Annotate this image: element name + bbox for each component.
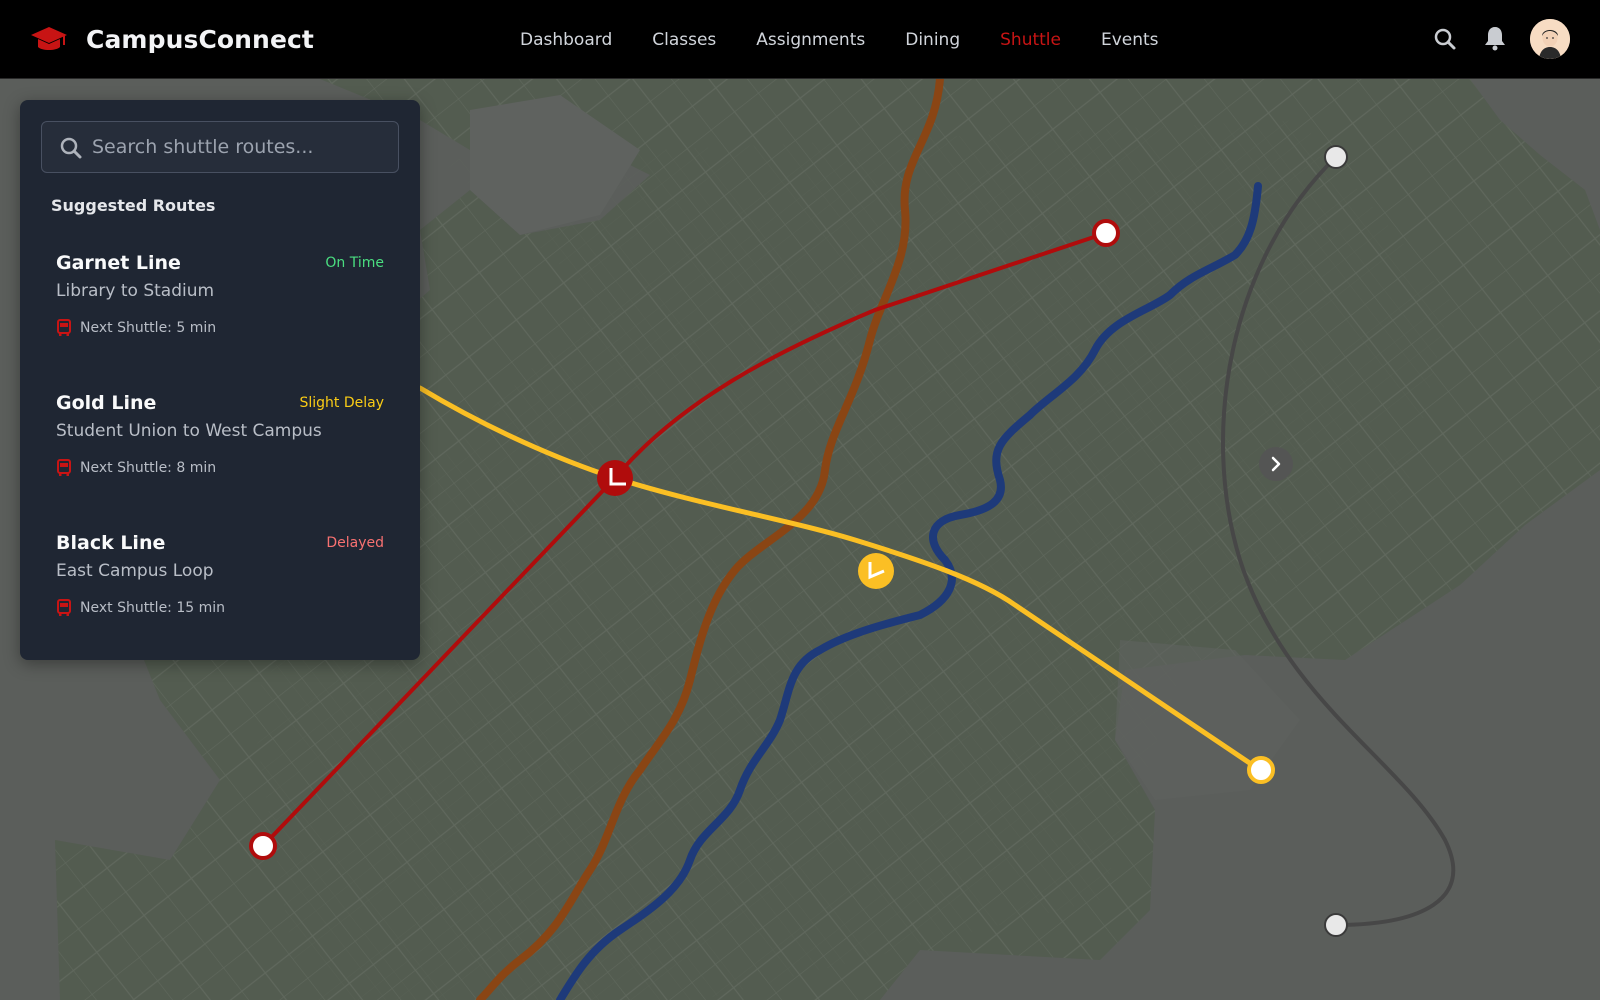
search-icon	[1434, 28, 1456, 50]
next-shuttle-info: Next Shuttle: 8 min	[56, 459, 216, 477]
notifications-button[interactable]	[1480, 23, 1510, 53]
route-description: East Campus Loop	[56, 561, 214, 581]
next-shuttle-text: Next Shuttle: 15 min	[80, 600, 226, 616]
nav-item-events[interactable]: Events	[1101, 30, 1159, 50]
route-card-garnet[interactable]: Garnet Line On Time Library to Stadium N…	[20, 252, 420, 372]
next-shuttle-text: Next Shuttle: 8 min	[80, 460, 217, 476]
route-name: Gold Line	[56, 392, 157, 414]
graduation-cap-icon	[31, 26, 67, 50]
brand[interactable]: CampusConnect	[30, 0, 314, 79]
section-title: Suggested Routes	[51, 196, 216, 215]
stop-black-line-north[interactable]	[1324, 145, 1348, 169]
stop-garnet-line-south[interactable]	[249, 832, 277, 860]
top-navigation-bar: CampusConnect Dashboard Classes Assignme…	[0, 0, 1600, 79]
main-nav: Dashboard Classes Assignments Dining Shu…	[520, 0, 1199, 79]
stop-gold-line-east[interactable]	[1247, 756, 1275, 784]
next-shuttle-info: Next Shuttle: 15 min	[56, 599, 225, 617]
bus-icon	[57, 459, 71, 476]
gold-shuttle-marker[interactable]	[858, 553, 894, 589]
garnet-shuttle-marker[interactable]	[597, 460, 633, 496]
route-name: Black Line	[56, 532, 166, 554]
user-portrait-icon	[1530, 19, 1570, 59]
search-icon	[59, 136, 83, 164]
bell-icon	[1485, 27, 1505, 51]
route-description: Library to Stadium	[56, 281, 215, 301]
search-box[interactable]	[41, 121, 399, 173]
app-title: CampusConnect	[86, 25, 314, 54]
chevron-right-icon	[1271, 456, 1281, 472]
search-input[interactable]	[92, 132, 387, 162]
stop-garnet-line-north[interactable]	[1092, 219, 1120, 247]
bus-icon	[57, 319, 71, 336]
expand-panel-button[interactable]	[1259, 447, 1293, 481]
nav-item-dining[interactable]: Dining	[905, 30, 960, 50]
nav-item-dashboard[interactable]: Dashboard	[520, 30, 612, 50]
nav-item-assignments[interactable]: Assignments	[756, 30, 865, 50]
next-shuttle-text: Next Shuttle: 5 min	[80, 320, 217, 336]
route-name: Garnet Line	[56, 252, 181, 274]
bus-icon	[57, 599, 71, 616]
avatar[interactable]	[1530, 19, 1570, 59]
routes-panel: Suggested Routes Garnet Line On Time Lib…	[20, 100, 420, 660]
status-badge: On Time	[325, 255, 384, 271]
route-description: Student Union to West Campus	[56, 421, 322, 441]
status-badge: Slight Delay	[299, 395, 384, 411]
nav-item-classes[interactable]: Classes	[652, 30, 716, 50]
status-badge: Delayed	[326, 535, 384, 551]
next-shuttle-info: Next Shuttle: 5 min	[56, 319, 216, 337]
route-card-black[interactable]: Black Line Delayed East Campus Loop Next…	[20, 532, 420, 652]
nav-item-shuttle[interactable]: Shuttle	[1000, 30, 1061, 50]
stop-black-line-south[interactable]	[1324, 913, 1348, 937]
search-button[interactable]	[1430, 24, 1460, 54]
route-card-gold[interactable]: Gold Line Slight Delay Student Union to …	[20, 392, 420, 512]
